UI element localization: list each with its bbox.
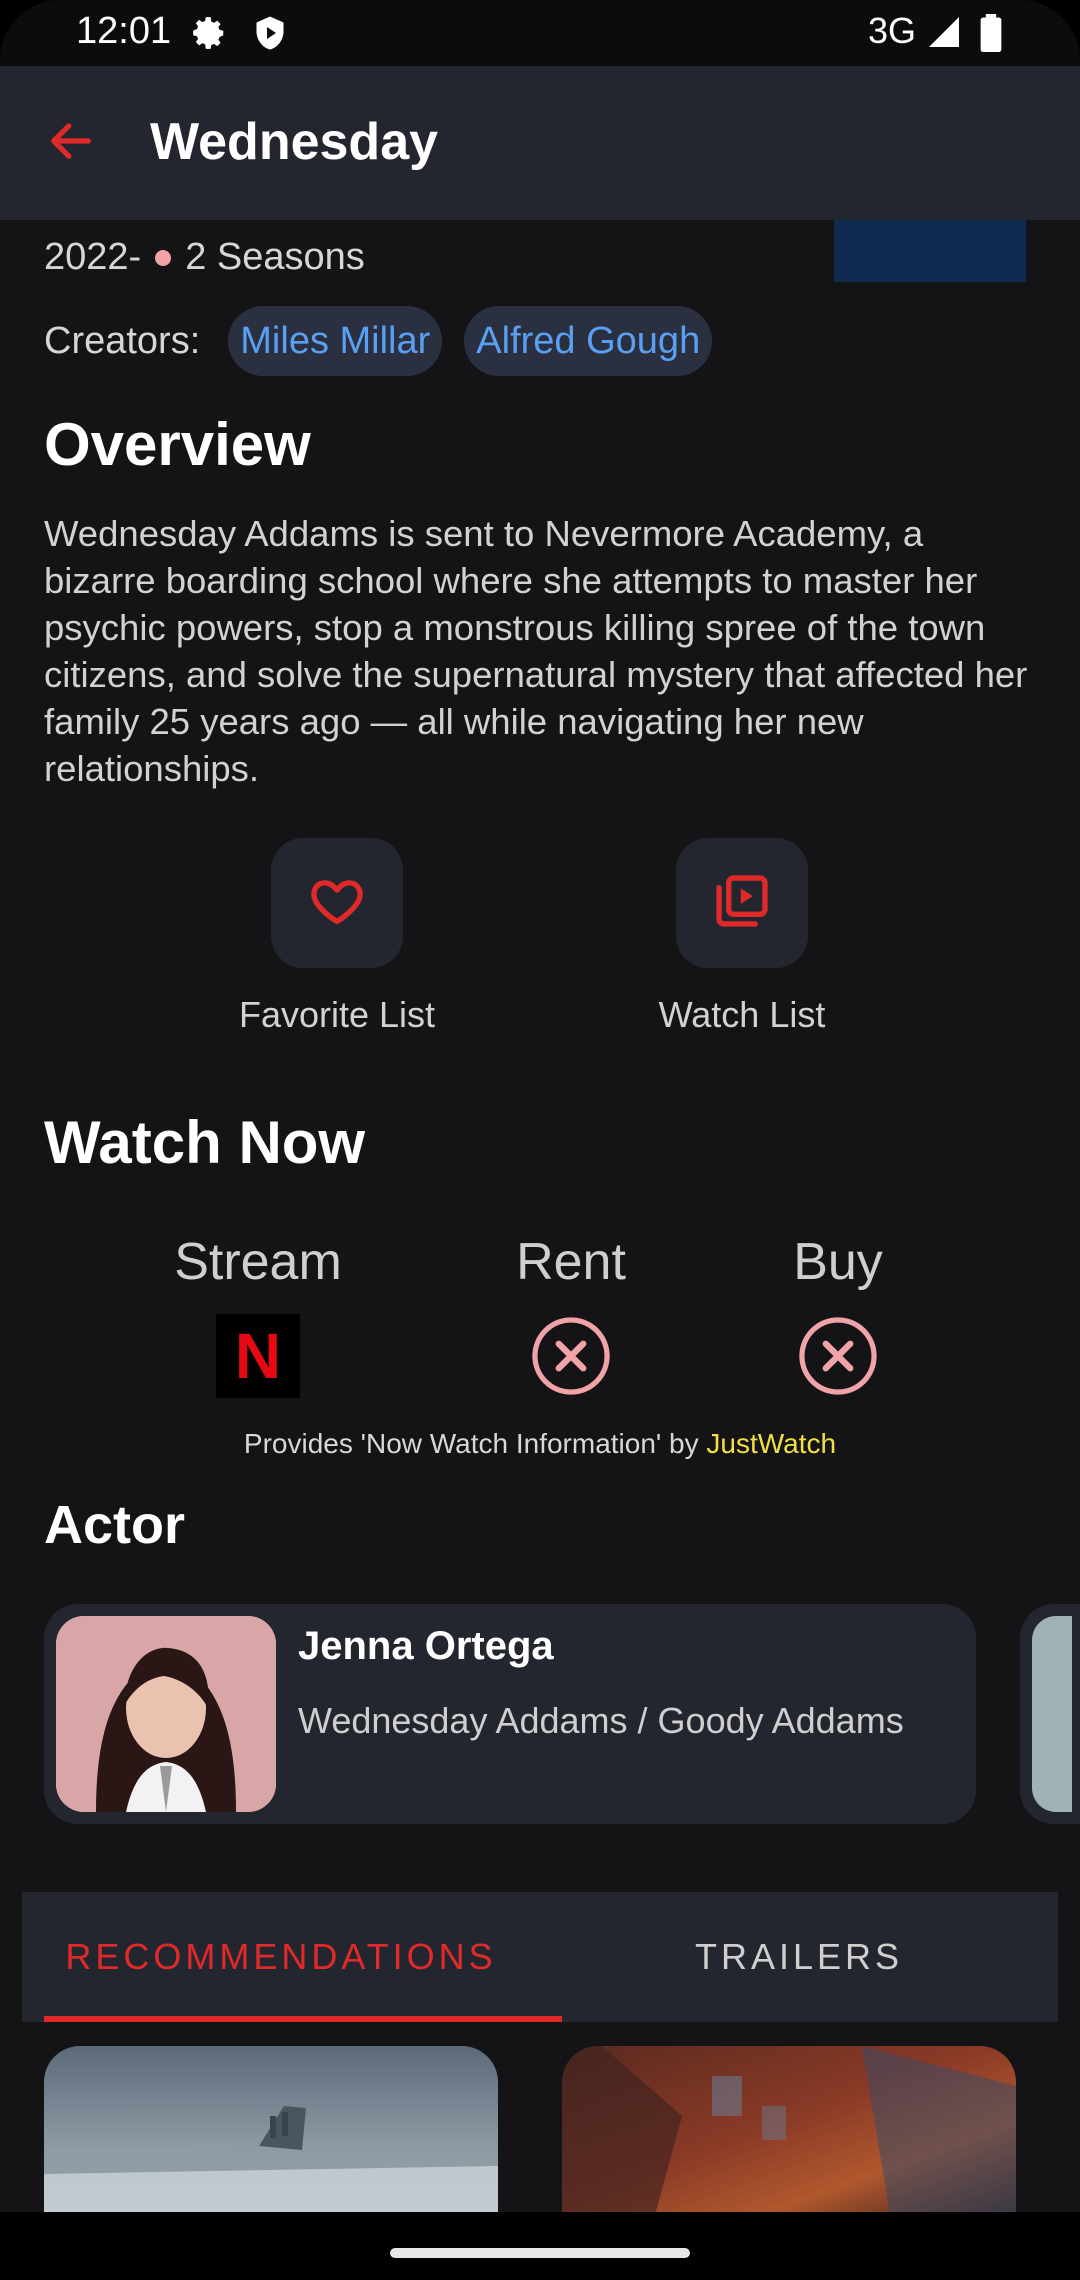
actor-card-next[interactable] xyxy=(1020,1604,1080,1824)
favorite-list-label: Favorite List xyxy=(238,994,436,1035)
tab-trailers[interactable]: TRAILERS xyxy=(540,1892,1058,2022)
buy-column: Buy xyxy=(718,1232,958,1398)
attribution-text: Provides 'Now Watch Information' by xyxy=(243,1428,707,1459)
rent-unavailable-icon xyxy=(529,1314,613,1398)
video-library-icon xyxy=(713,872,771,934)
provider-attribution: Provides 'Now Watch Information' by Just… xyxy=(0,1428,1080,1460)
recommendation-poster[interactable] xyxy=(44,2046,498,2226)
watch-button-box xyxy=(676,838,808,968)
navigation-bar xyxy=(0,2212,1080,2280)
signal-icon xyxy=(926,14,962,54)
season-count: 2 Seasons xyxy=(185,236,365,278)
creators-label: Creators: xyxy=(44,319,201,362)
creator-chip[interactable]: Alfred Gough xyxy=(464,306,713,376)
actor-photo xyxy=(56,1616,276,1812)
page-title: Wednesday xyxy=(150,113,439,171)
gear-icon xyxy=(190,14,228,56)
year-range: 2022- xyxy=(44,236,142,278)
netflix-logo-icon: N xyxy=(216,1314,300,1398)
buy-label: Buy xyxy=(793,1233,883,1291)
poster-image xyxy=(834,220,1026,282)
separator-dot xyxy=(155,249,172,266)
watch-now-heading: Watch Now xyxy=(44,1109,366,1176)
favorite-button-box xyxy=(271,838,403,968)
actor-role: Wednesday Addams / Goody Addams xyxy=(298,1700,904,1741)
overview-heading: Overview xyxy=(44,411,311,478)
status-bar: 12:01 3G xyxy=(0,0,1080,66)
stream-label: Stream xyxy=(174,1233,342,1291)
app-bar: Wednesday xyxy=(0,66,1080,220)
overview-text: Wednesday Addams is sent to Nevermore Ac… xyxy=(44,513,1028,789)
netflix-logo-letter: N xyxy=(234,1320,282,1392)
creator-chip[interactable]: Miles Millar xyxy=(228,306,443,376)
actor-card[interactable]: Jenna Ortega Wednesday Addams / Goody Ad… xyxy=(44,1604,976,1824)
back-button[interactable] xyxy=(36,108,106,178)
screen: 12:01 3G Wednesday 2022- 2 Seasons Creat… xyxy=(0,0,1080,2280)
buy-unavailable-icon xyxy=(796,1314,880,1398)
actor-photo-next xyxy=(1032,1616,1072,1812)
recommendation-poster[interactable] xyxy=(562,2046,1016,2226)
favorite-list-button[interactable]: Favorite List xyxy=(207,838,467,1036)
actor-heading: Actor xyxy=(44,1495,186,1555)
watch-list-button[interactable]: Watch List xyxy=(612,838,872,1036)
stream-column: Stream N xyxy=(138,1232,378,1398)
show-meta: 2022- 2 Seasons xyxy=(44,236,365,279)
rent-label: Rent xyxy=(516,1233,626,1291)
actor-name: Jenna Ortega xyxy=(298,1624,554,1668)
arrow-back-icon xyxy=(45,115,97,171)
creators-row: Creators: Miles Millar Alfred Gough xyxy=(44,306,734,376)
watch-list-label: Watch List xyxy=(658,994,826,1035)
justwatch-link[interactable]: JustWatch xyxy=(706,1428,836,1459)
rent-column: Rent xyxy=(451,1232,691,1398)
shield-play-icon xyxy=(252,14,288,56)
heart-icon xyxy=(308,872,366,934)
tab-recommendations[interactable]: RECOMMENDATIONS xyxy=(22,1892,540,2022)
battery-icon xyxy=(980,14,1002,56)
netflix-provider[interactable]: N xyxy=(216,1314,300,1398)
home-gesture-handle[interactable] xyxy=(390,2248,690,2258)
status-time: 12:01 xyxy=(76,10,172,52)
network-type: 3G xyxy=(868,10,917,51)
tab-indicator xyxy=(44,2016,562,2022)
